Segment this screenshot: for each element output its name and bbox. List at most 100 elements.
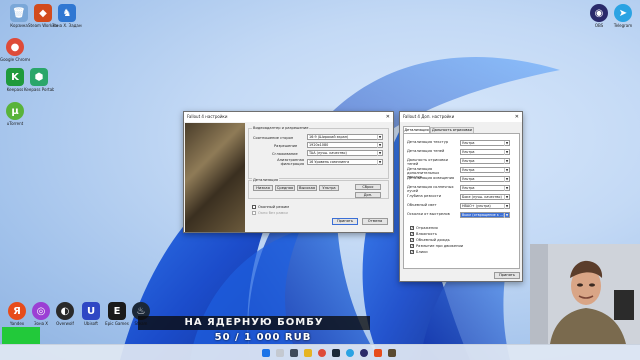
telegram-icon[interactable] <box>346 349 354 357</box>
desktop-icon-label: uTorrent <box>6 121 24 126</box>
setting-checkbox[interactable]: ✓ Объемный дождь <box>410 238 450 242</box>
desktop-icon-keepass-portable[interactable]: ⬢ Keepass Portable <box>24 68 54 92</box>
check-icon: ✓ <box>410 250 414 254</box>
fallout-icon[interactable] <box>388 349 396 357</box>
steam-icon[interactable] <box>332 349 340 357</box>
webcam-overlay <box>530 244 640 344</box>
setting-select[interactable]: Ультра ▼ <box>460 176 510 182</box>
setting-value: Выкл (отвращение к ...) <box>462 213 505 217</box>
chevron-down-icon: ▼ <box>504 204 509 209</box>
chevron-down-icon: ▼ <box>377 135 382 140</box>
aspect-ratio-select[interactable]: 16:9 (Широкий экран) ▼ <box>307 134 383 140</box>
checkbox-label: Влажность <box>416 232 437 236</box>
preset-medium-button[interactable]: Средняя <box>275 185 295 191</box>
recycle-bin-icon: 🗑 <box>10 4 28 22</box>
desktop-icon-zone-x[interactable]: ♞ Зона Х. Задание <box>52 4 82 28</box>
check-icon: ✓ <box>410 244 414 248</box>
close-icon[interactable]: ✕ <box>515 112 519 122</box>
fallout4-settings-titlebar[interactable]: Fallout 4 настройки ✕ <box>184 112 393 122</box>
group-label: Видеоадаптер и разрешение <box>252 126 310 130</box>
fallout4-settings-window: Fallout 4 настройки ✕ Видеоадаптер и раз… <box>183 111 394 233</box>
anisotropic-select[interactable]: 16 Уровень самплинга ▼ <box>307 159 383 165</box>
setting-select[interactable]: HBAO+ (ультра) ▼ <box>460 203 510 209</box>
setting-select[interactable]: Ультра ▼ <box>460 140 510 146</box>
epic-games-icon: E <box>108 302 126 320</box>
keepass-icon: K <box>6 68 24 86</box>
setting-select[interactable]: Ультра ▼ <box>460 185 510 191</box>
workshop-icon: ◆ <box>34 4 52 22</box>
overwolf-icon: ◐ <box>56 302 74 320</box>
streamer-figure <box>530 244 640 344</box>
setting-label: Детализация теней <box>407 149 445 153</box>
chrome-icon: ● <box>6 38 24 56</box>
setting-label: Дальность отрисовки теней <box>407 158 449 166</box>
setting-select[interactable]: Ультра ▼ <box>460 167 510 173</box>
setting-label: Объемный свет <box>407 203 437 207</box>
antialiasing-value: TAA (лучш. качество) <box>309 151 347 155</box>
setting-value: Ультра <box>462 159 475 163</box>
task-view-icon[interactable] <box>290 349 298 357</box>
setting-label: Детализация текстур <box>407 140 449 144</box>
borderless-checkbox[interactable]: Окно без рамки <box>252 211 288 215</box>
chevron-down-icon: ▼ <box>504 168 509 173</box>
chrome-icon[interactable] <box>318 349 326 357</box>
chevron-down-icon: ▼ <box>377 143 382 148</box>
fallout4-advanced-window: Fallout 4 Доп. настройки ✕ Детализация Д… <box>399 111 523 282</box>
setting-checkbox[interactable]: ✓ Блики <box>410 250 428 254</box>
setting-value: Ультра <box>462 177 475 181</box>
desktop-icon-telegram[interactable]: ➤ Telegram <box>608 4 638 28</box>
apply-button[interactable]: Принять <box>494 272 520 279</box>
setting-select[interactable]: Ультра ▼ <box>460 149 510 155</box>
setting-checkbox[interactable]: ✓ Влажность <box>410 232 437 236</box>
setting-label: Осколки от выстрелов <box>407 212 450 216</box>
checkbox-label: Окно без рамки <box>258 211 288 215</box>
setting-select[interactable]: Выкл (отвращение к ...) ▼ <box>460 212 510 218</box>
yandex-icon: Я <box>8 302 26 320</box>
yandex-icon[interactable] <box>374 349 382 357</box>
setting-select[interactable]: Ультра ▼ <box>460 158 510 164</box>
preset-ultra-button[interactable]: Ультра <box>319 185 339 191</box>
reset-button[interactable]: Сброс <box>355 184 381 190</box>
resolution-select[interactable]: 1920x1080 ▼ <box>307 142 383 148</box>
group-label: Детализация <box>252 178 280 182</box>
chevron-down-icon: ▼ <box>377 160 382 165</box>
fallout4-advanced-titlebar[interactable]: Fallout 4 Доп. настройки ✕ <box>400 112 522 122</box>
antialiasing-select[interactable]: TAA (лучш. качество) ▼ <box>307 150 383 156</box>
window-title: Fallout 4 Доп. настройки <box>403 114 455 119</box>
chevron-down-icon: ▼ <box>504 177 509 182</box>
antialiasing-label: Сглаживание <box>272 152 298 156</box>
obs-icon[interactable] <box>360 349 368 357</box>
file-explorer-icon[interactable] <box>304 349 312 357</box>
chevron-down-icon: ▼ <box>504 186 509 191</box>
windowed-mode-checkbox[interactable]: Оконный режим <box>252 205 289 209</box>
preset-low-button[interactable]: Низкая <box>253 185 273 191</box>
resolution-label: Разрешение <box>274 144 298 148</box>
setting-value: Ультра <box>462 141 475 145</box>
tab-detail[interactable]: Детализация <box>403 126 430 133</box>
setting-select[interactable]: Боке (лучш. качество) ▼ <box>460 194 510 200</box>
preset-high-button[interactable]: Высокая <box>297 185 317 191</box>
setting-value: Ультра <box>462 150 475 154</box>
search-icon[interactable] <box>276 349 284 357</box>
setting-checkbox[interactable]: ✓ Отражения <box>410 226 438 230</box>
checkbox-label: Размытие при движении <box>416 244 464 248</box>
aspect-ratio-label: Соотношение сторон <box>253 136 294 140</box>
apply-button[interactable]: Принять <box>332 218 358 225</box>
game-icon: ♞ <box>58 4 76 22</box>
chevron-down-icon: ▼ <box>504 141 509 146</box>
ubisoft-icon: U <box>82 302 100 320</box>
advanced-button[interactable]: Доп. <box>355 192 381 198</box>
desktop-icon-chrome[interactable]: ● Google Chrome <box>0 38 30 62</box>
setting-checkbox[interactable]: ✓ Размытие при движении <box>410 244 463 248</box>
start-icon[interactable] <box>262 349 270 357</box>
donation-goal-amount: 50 / 1 000 RUB <box>214 332 312 343</box>
desktop-icon-utorrent[interactable]: µ uTorrent <box>0 102 30 126</box>
window-title: Fallout 4 настройки <box>187 114 228 119</box>
zone-x-icon: ◎ <box>32 302 50 320</box>
close-icon[interactable]: ✕ <box>386 112 390 122</box>
cancel-button[interactable]: Отмена <box>362 218 388 225</box>
check-icon: ✓ <box>410 238 414 242</box>
chevron-down-icon: ▼ <box>504 150 509 155</box>
checkbox-box <box>252 211 256 215</box>
chevron-down-icon: ▼ <box>504 213 509 218</box>
